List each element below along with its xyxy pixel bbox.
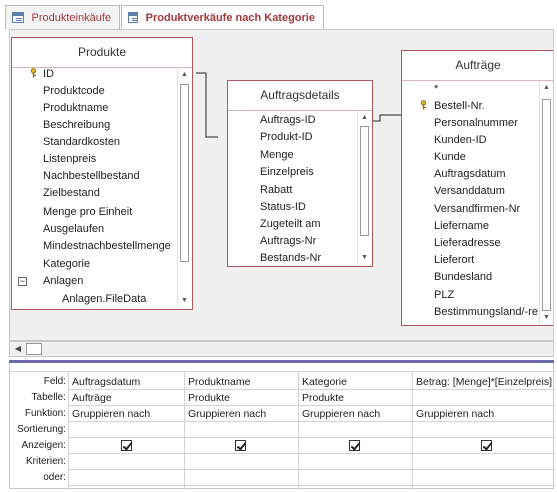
row-label-feld: Feld: [43,376,66,387]
field-item[interactable]: Standardkosten [43,134,120,151]
vertical-scrollbar[interactable]: ▲ ▼ [357,111,371,264]
field-item[interactable]: Listenpreis [43,151,96,168]
field-item[interactable]: Ausgelaufen [43,221,104,238]
grid-row-labels: Feld: Tabelle: Funktion: Sortierung: Anz… [10,374,66,489]
grid-cell-feld[interactable]: Betrag: [Menge]*[Einzelpreis] [413,374,555,390]
scroll-up-icon[interactable]: ▲ [540,81,553,94]
field-item[interactable]: Beschreibung [43,117,110,134]
grid-cell-feld[interactable]: Kategorie [299,374,412,390]
row-label-kriterien: Kriterien: [25,456,66,467]
field-item[interactable]: Einzelpreis [260,164,314,181]
tab-label: Produkteinkäufe [31,11,112,24]
row-label-funktion: Funktion: [24,408,66,419]
document-tabs: Produkteinkäufe Produktverkäufe nach Kat… [0,0,557,30]
field-item[interactable]: Anlagen [43,273,83,290]
field-item[interactable]: Lieferadresse [434,235,501,252]
field-item[interactable]: * [434,81,438,98]
field-item[interactable]: Kategorie [43,256,90,273]
primary-key-icon [420,100,427,110]
table-title[interactable]: Produkte [12,38,192,68]
field-item[interactable]: Mindestnachbestellmenge [43,238,171,255]
vertical-scrollbar[interactable]: ▲ ▼ [539,81,553,324]
grid-cell-feld[interactable]: Auftragsdatum [69,374,184,390]
field-item[interactable]: PLZ [434,287,454,304]
field-item[interactable]: Kunde [434,149,466,166]
scroll-up-icon[interactable]: ▲ [178,68,191,81]
grid-cell-tabelle[interactable]: Produkte [185,390,298,406]
query-icon [128,12,138,23]
field-item[interactable]: Rabatt [260,182,292,199]
field-item[interactable]: Liefername [434,218,489,235]
field-item[interactable]: Versanddatum [434,183,505,200]
query-icon [12,12,24,23]
field-item[interactable]: Bestands-Nr [260,250,321,267]
grid-cell-tabelle[interactable]: Aufträge [69,390,184,406]
row-label-sortierung: Sortierung: [17,424,66,435]
field-item[interactable]: ID [43,66,54,83]
show-checkbox[interactable] [121,440,132,451]
table-title[interactable]: Aufträge [402,51,553,81]
table-auftragsdetails[interactable]: Auftragsdetails Auftrags-ID Produkt-ID M… [227,80,373,267]
field-item[interactable]: Anlagen.FileData [62,291,146,308]
scroll-thumb[interactable] [360,126,369,236]
primary-key-icon [30,68,37,78]
table-title[interactable]: Auftragsdetails [228,81,372,111]
show-checkbox[interactable] [349,440,360,451]
grid-cell-tabelle[interactable]: Produkte [299,390,412,406]
field-item[interactable]: Menge pro Einheit [43,204,132,221]
table-produkte[interactable]: Produkte ID Produktcode Produktname Besc… [11,37,193,310]
grid-cell-tabelle[interactable] [413,390,555,406]
query-design-area: Produkte ID Produktcode Produktname Besc… [9,29,554,341]
field-item[interactable]: Produkt-ID [260,129,313,146]
collapse-icon[interactable]: − [18,277,27,286]
grid-cell-feld[interactable]: Produktname [185,374,298,390]
show-checkbox[interactable] [481,440,492,451]
row-label-oder: oder: [43,472,66,483]
scroll-up-icon[interactable]: ▲ [358,111,371,124]
field-item[interactable]: Bestell-Nr. [434,98,485,115]
table-auftraege[interactable]: Aufträge * Bestell-Nr. Personalnummer Ku… [401,50,553,326]
field-item[interactable]: Bestimmungsland/-re [434,304,538,321]
horizontal-scrollbar[interactable]: ◀ [9,341,554,357]
scroll-thumb[interactable] [180,84,189,262]
field-item[interactable]: Versandfirmen-Nr [434,201,520,218]
field-item[interactable]: Status-ID [260,199,306,216]
field-item[interactable]: Produktcode [43,83,105,100]
tab-label: Produktverkäufe nach Kategorie [145,11,315,24]
scroll-left-icon[interactable]: ◀ [12,343,24,355]
field-item[interactable]: Zielbestand [43,185,100,202]
field-item[interactable]: Zugeteilt am [260,216,321,233]
grid-cell-funktion[interactable]: Gruppieren nach [69,406,184,422]
grid-cell-funktion[interactable]: Gruppieren nach [413,406,555,422]
field-item[interactable]: Auftrags-Nr [260,233,316,250]
field-item[interactable]: Menge [260,147,294,164]
field-item[interactable]: Bundesland [434,269,492,286]
field-item[interactable]: Personalnummer [434,115,518,132]
field-item[interactable]: Lieferort [434,252,474,269]
tab-produkteinkaeufe[interactable]: Produkteinkäufe [5,5,120,29]
field-item[interactable]: Auftrags-ID [260,112,316,129]
field-item[interactable]: Nachbestellbestand [43,168,140,185]
scroll-thumb[interactable] [542,99,551,311]
vertical-scrollbar[interactable]: ▲ ▼ [177,68,191,307]
row-label-anzeigen: Anzeigen: [21,440,66,451]
row-label-tabelle: Tabelle: [31,392,66,403]
relationship-line [372,114,402,122]
query-design-grid: Feld: Tabelle: Funktion: Sortierung: Anz… [9,363,555,489]
scroll-down-icon[interactable]: ▼ [540,311,553,324]
field-item[interactable]: Kunden-ID [434,132,487,149]
field-item[interactable]: Auftragsdatum [434,166,506,183]
field-item[interactable]: Produktname [43,100,108,117]
tab-produktverkaeufe-nach-kategorie[interactable]: Produktverkäufe nach Kategorie [121,5,324,29]
scroll-down-icon[interactable]: ▼ [358,251,371,264]
scroll-down-icon[interactable]: ▼ [178,294,191,307]
grid-cell-funktion[interactable]: Gruppieren nach [185,406,298,422]
show-checkbox[interactable] [235,440,246,451]
grid-cell-funktion[interactable]: Gruppieren nach [299,406,412,422]
scroll-thumb[interactable] [26,343,42,355]
relationship-line [196,72,218,138]
